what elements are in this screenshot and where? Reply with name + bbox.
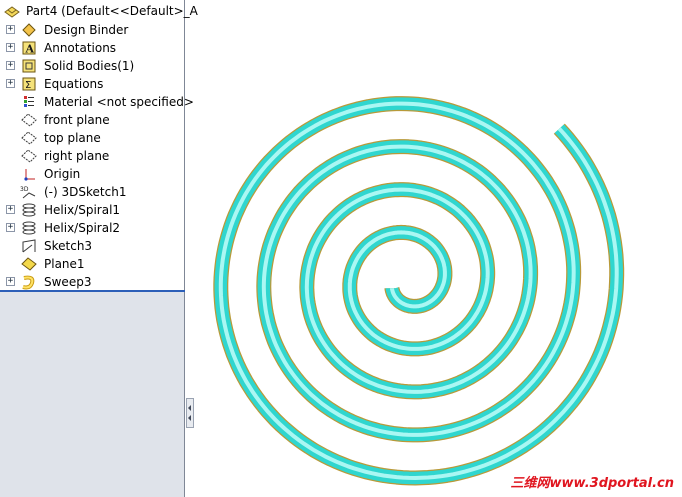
- tree-item[interactable]: + Helix/Spiral2: [0, 219, 184, 237]
- spiral-sweep-body: [213, 96, 625, 486]
- expand-toggle-icon[interactable]: +: [6, 25, 15, 34]
- material-icon: [24, 96, 34, 107]
- tree-item[interactable]: top plane: [0, 129, 184, 147]
- tree-item[interactable]: Origin: [0, 165, 184, 183]
- tree-root-part4[interactable]: Part4 (Default<<Default>_A: [0, 2, 198, 20]
- tree-item-label: top plane: [44, 131, 101, 145]
- expand-toggle-icon[interactable]: +: [6, 205, 15, 214]
- tree-item-label: Material <not specified>: [44, 95, 194, 109]
- tree-item[interactable]: + Design Binder: [0, 21, 184, 39]
- tree-item-label: Helix/Spiral1: [44, 203, 121, 217]
- equations-icon: Σ: [22, 77, 36, 91]
- tree-item-label: Plane1: [44, 257, 85, 271]
- svg-text:3D: 3D: [20, 186, 29, 193]
- tree-item[interactable]: Plane1: [0, 255, 184, 273]
- part-icon: [4, 6, 20, 18]
- sketch-icon: [22, 239, 36, 253]
- tree-item[interactable]: 3D (-) 3DSketch1: [0, 183, 184, 201]
- plane-icon: [21, 131, 37, 145]
- tree-item[interactable]: + Σ Equations: [0, 75, 184, 93]
- tree-item[interactable]: + Helix/Spiral1: [0, 201, 184, 219]
- annotations-icon: A: [22, 41, 36, 56]
- plane-icon: [21, 113, 37, 127]
- plane-feature-icon: [21, 257, 37, 271]
- tree-item-label: Helix/Spiral2: [44, 221, 121, 235]
- feature-manager-tree: Part4 (Default<<Default>_A + Design Binde…: [0, 0, 198, 497]
- tree-item[interactable]: Material <not specified>: [0, 93, 194, 111]
- tree-item-label: Origin: [44, 167, 81, 181]
- tree-item-label: Annotations: [44, 41, 117, 55]
- watermark-text: 三维网www.3dportal.cn: [510, 476, 674, 491]
- expand-toggle-icon[interactable]: +: [6, 61, 15, 70]
- 3d-sketch-icon: 3D: [20, 186, 36, 199]
- helix-icon: [22, 221, 36, 235]
- design-binder-icon: [22, 23, 36, 37]
- expand-toggle-icon[interactable]: +: [6, 277, 15, 286]
- tree-item-label: right plane: [44, 149, 110, 163]
- tree-item-label: Design Binder: [44, 23, 129, 37]
- origin-icon: [24, 169, 35, 181]
- svg-text:A: A: [25, 43, 35, 56]
- expand-toggle-icon[interactable]: +: [6, 79, 15, 88]
- tree-item[interactable]: Sketch3: [0, 237, 184, 255]
- tree-item[interactable]: + Solid Bodies(1): [0, 57, 184, 75]
- tree-item[interactable]: right plane: [0, 147, 184, 165]
- tree-item[interactable]: + A Annotations: [0, 39, 184, 57]
- tree-item[interactable]: + Sweep3: [0, 273, 184, 291]
- helix-icon: [22, 203, 36, 217]
- panel-splitter-handle[interactable]: [186, 398, 194, 428]
- sweep-icon: [22, 275, 35, 290]
- tree-item[interactable]: front plane: [0, 111, 184, 129]
- expand-toggle-icon[interactable]: +: [6, 43, 15, 52]
- solid-bodies-icon: [22, 59, 36, 73]
- graphics-viewport[interactable]: [196, 0, 682, 497]
- tree-item-label: Sweep3: [44, 275, 92, 289]
- plane-icon: [21, 149, 37, 163]
- tree-item-label: Equations: [44, 77, 104, 91]
- part-name-label: Part4 (Default<<Default>_A: [26, 4, 198, 18]
- tree-item-label: front plane: [44, 113, 110, 127]
- tree-bottom-rule: [0, 290, 185, 292]
- expand-toggle-icon[interactable]: +: [6, 223, 15, 232]
- tree-item-label: Solid Bodies(1): [44, 59, 135, 73]
- splitter-arrows-icon: [188, 405, 191, 421]
- svg-text:Σ: Σ: [25, 80, 31, 91]
- tree-item-label: Sketch3: [44, 239, 93, 253]
- tree-item-label: (-) 3DSketch1: [44, 185, 127, 199]
